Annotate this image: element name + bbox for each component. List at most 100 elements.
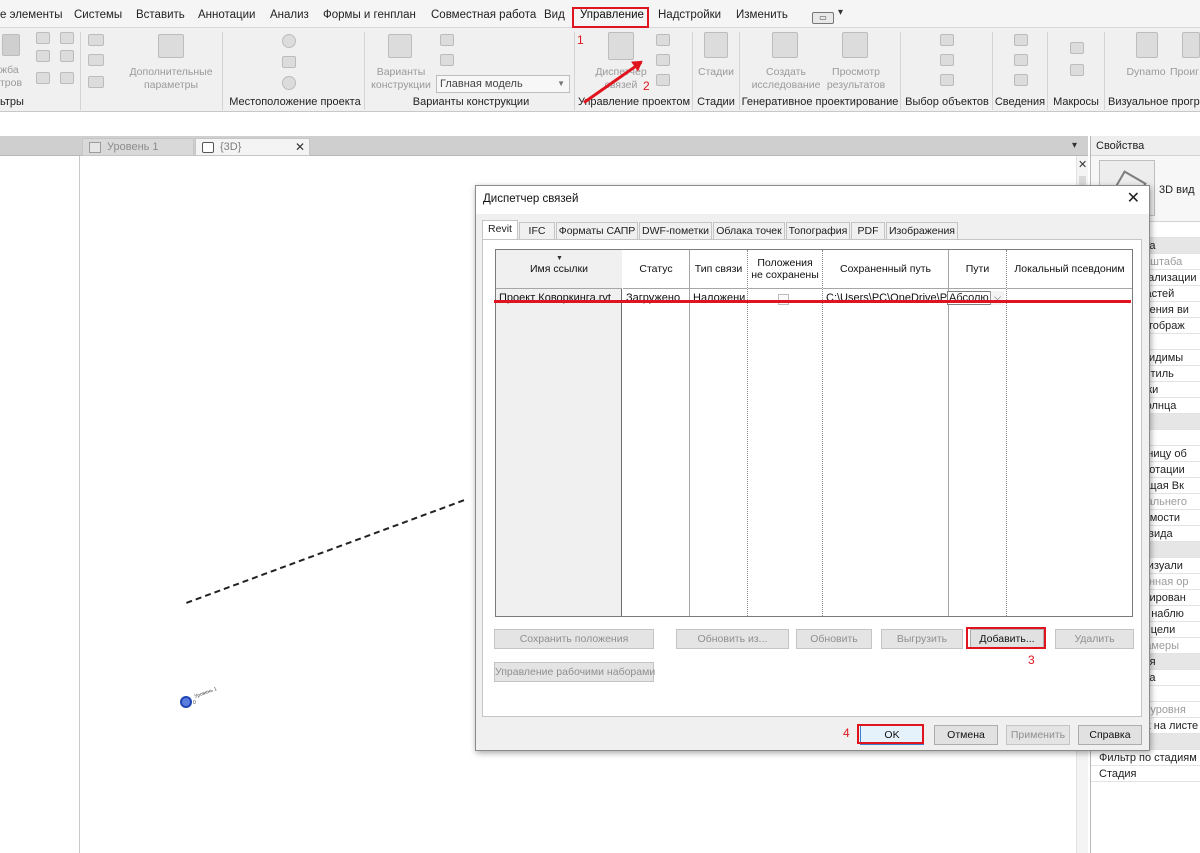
- menu-tab-elements[interactable]: е элементы: [0, 0, 63, 28]
- small-tool-icon[interactable]: [60, 50, 74, 62]
- menu-tab-analyze[interactable]: Анализ: [270, 0, 309, 28]
- info-tool-icon[interactable]: [1014, 54, 1028, 66]
- settings-icon[interactable]: [88, 34, 104, 46]
- cell-saved-path[interactable]: C:\Users\PC\OneDrive\Pa: [824, 290, 948, 306]
- view-tab-level-1[interactable]: Уровень 1: [82, 138, 194, 156]
- macro-icon[interactable]: [1070, 42, 1084, 54]
- phases-button[interactable]: Стадии: [694, 66, 738, 79]
- select-tool-icon[interactable]: [940, 54, 954, 66]
- menu-tab-annotate[interactable]: Аннотации: [198, 0, 255, 28]
- save-positions-button[interactable]: Сохранить положения: [494, 629, 654, 649]
- column-header-status[interactable]: Статус: [623, 250, 689, 289]
- view-results-icon[interactable]: [842, 32, 868, 58]
- column-header-name[interactable]: ▼ Имя ссылки: [496, 250, 622, 289]
- panel-label-visual-programming: Визуальное програ: [1108, 96, 1200, 108]
- column-header-link-type[interactable]: Тип связи: [690, 250, 747, 289]
- highlight-ok-button: [857, 724, 924, 744]
- info-tool-icon[interactable]: [1014, 34, 1028, 46]
- small-tool-icon[interactable]: [36, 50, 50, 62]
- settings-icon[interactable]: [88, 54, 104, 66]
- cell-link-name[interactable]: Проект Коворкинга.rvt: [497, 290, 621, 306]
- design-options-button[interactable]: Варианты конструкции: [366, 66, 436, 92]
- cell-link-type[interactable]: Наложени: [691, 290, 747, 306]
- small-tool-icon[interactable]: [60, 72, 74, 84]
- property-row[interactable]: Стадия: [1091, 766, 1200, 782]
- close-icon[interactable]: ✕: [1078, 158, 1087, 171]
- menu-tab-systems[interactable]: Системы: [74, 0, 122, 28]
- small-tool-icon[interactable]: [440, 34, 454, 46]
- view-results-button[interactable]: Просмотр результатов: [824, 66, 888, 92]
- chevron-down-icon[interactable]: ▾: [838, 7, 843, 18]
- globe-icon[interactable]: [282, 34, 296, 48]
- dynamo-player-button[interactable]: Проиг: [1170, 66, 1200, 79]
- sort-arrow-icon: ▼: [556, 255, 563, 262]
- small-tool-icon[interactable]: [60, 32, 74, 44]
- info-tool-icon[interactable]: [1014, 74, 1028, 86]
- select-tool-icon[interactable]: [940, 34, 954, 46]
- tab-revit[interactable]: Revit: [482, 220, 518, 240]
- tab-images[interactable]: Изображения: [886, 222, 958, 240]
- additional-params-label[interactable]: Дополнительные параметры: [126, 66, 216, 92]
- design-options-icon[interactable]: [388, 34, 412, 58]
- main-model-select[interactable]: Главная модель ▼: [436, 75, 570, 93]
- tab-point-clouds[interactable]: Облака точек: [713, 222, 785, 240]
- tab-pdf[interactable]: PDF: [851, 222, 885, 240]
- dynamo-player-icon[interactable]: [1182, 32, 1200, 58]
- tab-topography[interactable]: Топография: [786, 222, 850, 240]
- dialog-titlebar[interactable]: Диспетчер связей ✕: [476, 186, 1149, 214]
- reload-from-button[interactable]: Обновить из...: [676, 629, 789, 649]
- small-tool-icon[interactable]: [656, 54, 670, 66]
- dynamo-icon[interactable]: [1136, 32, 1158, 58]
- cell-local-alias[interactable]: [1008, 290, 1132, 306]
- small-tool-icon[interactable]: [656, 34, 670, 46]
- help-button[interactable]: Справка: [1078, 725, 1142, 745]
- wrench-icon[interactable]: [158, 34, 184, 58]
- manage-worksets-button[interactable]: Управление рабочими наборами: [494, 662, 655, 682]
- tab-cad-formats[interactable]: Форматы САПР: [556, 222, 638, 240]
- column-header-unsaved[interactable]: Положения не сохранены: [748, 250, 822, 289]
- property-row[interactable]: Фильтр по стадиям: [1091, 750, 1200, 766]
- menu-tab-insert[interactable]: Вставить: [136, 0, 185, 28]
- dynamo-button[interactable]: Dynamo: [1124, 66, 1168, 79]
- cancel-button[interactable]: Отмена: [934, 725, 998, 745]
- select-tool-icon[interactable]: [940, 74, 954, 86]
- partial-tool-icon[interactable]: [2, 34, 20, 56]
- step-number-4: 4: [843, 726, 850, 740]
- position-icon[interactable]: [282, 76, 296, 90]
- create-study-icon[interactable]: [772, 32, 798, 58]
- menu-tab-view[interactable]: Вид: [544, 0, 565, 28]
- apply-button[interactable]: Применить: [1006, 725, 1070, 745]
- view-tab-3d[interactable]: {3D} ✕: [195, 138, 310, 156]
- coordinates-icon[interactable]: [282, 56, 296, 68]
- menu-tab-massing[interactable]: Формы и генплан: [323, 0, 416, 28]
- reload-button[interactable]: Обновить: [796, 629, 872, 649]
- remove-button[interactable]: Удалить: [1055, 629, 1134, 649]
- column-header-saved-path[interactable]: Сохраненный путь: [823, 250, 948, 289]
- close-icon[interactable]: ✕: [295, 139, 305, 156]
- panel-label-macros: Макросы: [1053, 96, 1099, 108]
- tab-dwf-markups[interactable]: DWF-пометки: [639, 222, 712, 240]
- small-tool-icon[interactable]: [36, 32, 50, 44]
- cell-status[interactable]: Загружено: [624, 290, 689, 306]
- create-study-button[interactable]: Создать исследование: [748, 66, 824, 92]
- menu-tab-collaborate[interactable]: Совместная работа: [431, 0, 536, 28]
- link-manager-icon[interactable]: [608, 32, 634, 60]
- small-tool-icon[interactable]: [656, 74, 670, 86]
- column-header-local-alias[interactable]: Локальный псевдоним: [1007, 250, 1132, 289]
- menu-tab-addins[interactable]: Надстройки: [658, 0, 721, 28]
- settings-icon[interactable]: [88, 76, 104, 88]
- unload-button[interactable]: Выгрузить: [881, 629, 963, 649]
- level-head-icon[interactable]: [180, 696, 192, 708]
- phases-icon[interactable]: [704, 32, 728, 58]
- menu-tab-modify[interactable]: Изменить: [736, 0, 788, 28]
- small-tool-icon[interactable]: [36, 72, 50, 84]
- ribbon-minimize-button[interactable]: ▭: [812, 12, 834, 24]
- column-header-path-type[interactable]: Пути: [949, 250, 1006, 289]
- small-tool-icon[interactable]: [440, 54, 454, 66]
- tabs-menu-icon[interactable]: ▾: [1072, 140, 1077, 151]
- view-tabs-bar: Уровень 1 {3D} ✕: [0, 136, 1088, 156]
- close-icon[interactable]: ✕: [1127, 189, 1140, 209]
- tab-ifc[interactable]: IFC: [519, 222, 555, 240]
- step-number-3: 3: [1028, 653, 1035, 667]
- macro-icon[interactable]: [1070, 64, 1084, 76]
